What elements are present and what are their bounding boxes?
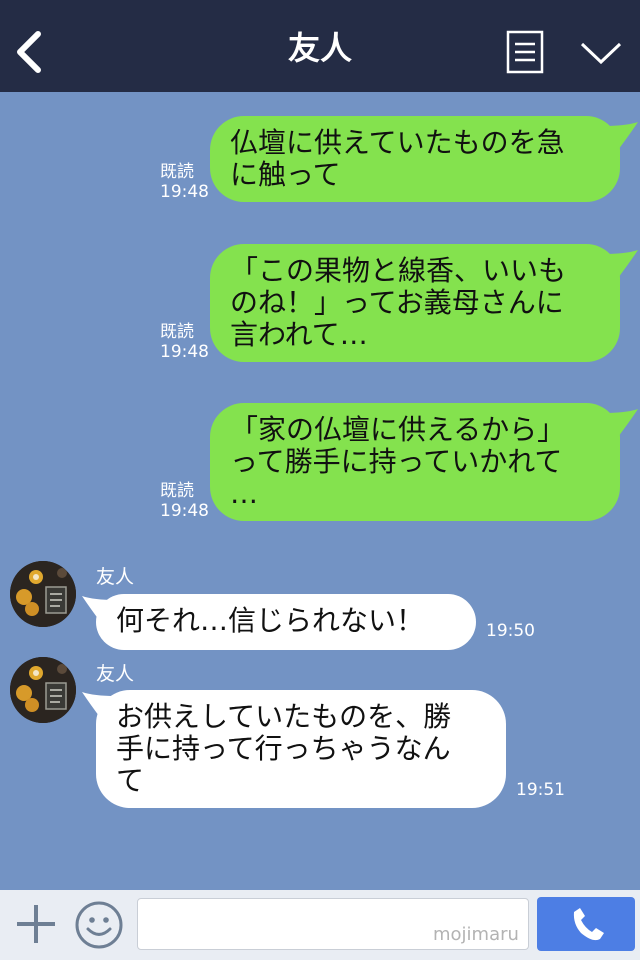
message-line: 何それ…信じられない！ <box>116 604 425 637</box>
message-meta: 既読 19:48 <box>160 162 209 202</box>
sender-name: 友人 <box>96 663 135 685</box>
message-time: 19:48 <box>160 342 209 362</box>
add-button[interactable] <box>14 902 58 946</box>
plus-icon <box>17 905 55 943</box>
message-line: に触って <box>230 158 341 191</box>
message-line: 言われて… <box>230 318 368 351</box>
incoming-message-bubble[interactable]: お供えしていたものを、勝 手に持って行っちゃうなん て <box>96 690 506 808</box>
avatar-image <box>10 657 76 723</box>
sender-name: 友人 <box>96 566 135 588</box>
read-receipt: 既読 <box>160 481 194 501</box>
outgoing-message-bubble[interactable]: 仏壇に供えていたものを急 に触って <box>210 116 620 202</box>
bubble-tail <box>604 409 638 437</box>
message-line: って勝手に持っていかれて <box>230 445 563 478</box>
menu-list-icon <box>506 30 544 74</box>
call-button[interactable] <box>537 897 635 951</box>
read-receipt: 既読 <box>160 322 194 342</box>
message-line: お供えしていたものを、勝 <box>116 700 452 733</box>
smiley-icon <box>75 901 123 949</box>
read-receipt: 既読 <box>160 162 194 182</box>
message-line: 「この果物と線香、いいも <box>230 254 567 287</box>
chevron-down-icon <box>580 42 622 65</box>
message-line: て <box>116 764 145 797</box>
message-time: 19:48 <box>160 182 209 202</box>
message-line: 「家の仏壇に供えるから」 <box>230 413 566 446</box>
avatar-image <box>10 561 76 627</box>
bubble-tail <box>604 250 638 278</box>
back-button[interactable] <box>8 26 52 74</box>
phone-icon <box>573 908 604 941</box>
message-meta: 既読 19:48 <box>160 322 209 362</box>
message-line: … <box>230 477 258 510</box>
chat-header: 友人 <box>0 0 640 92</box>
bubble-tail <box>604 122 638 150</box>
friend-avatar[interactable] <box>10 657 76 723</box>
watermark-text: mojimaru <box>433 924 519 945</box>
message-time: 19:51 <box>516 780 565 800</box>
chevron-left-icon <box>17 31 41 73</box>
menu-button[interactable] <box>506 30 544 74</box>
outgoing-message-bubble[interactable]: 「この果物と線香、いいも のね！」ってお義母さんに 言われて… <box>210 244 620 362</box>
message-line: のね！」ってお義母さんに <box>230 286 564 319</box>
message-time: 19:48 <box>160 501 209 521</box>
message-line: 仏壇に供えていたものを急 <box>230 126 565 159</box>
friend-avatar[interactable] <box>10 561 76 627</box>
emoji-button[interactable] <box>74 900 124 950</box>
message-line: 手に持って行っちゃうなん <box>116 732 451 765</box>
outgoing-message-bubble[interactable]: 「家の仏壇に供えるから」 って勝手に持っていかれて … <box>210 403 620 521</box>
incoming-message-bubble[interactable]: 何それ…信じられない！ <box>96 594 476 650</box>
chat-title: 友人 <box>287 29 352 67</box>
message-time: 19:50 <box>486 621 535 641</box>
message-meta: 既読 19:48 <box>160 481 209 521</box>
collapse-button[interactable] <box>578 36 624 70</box>
